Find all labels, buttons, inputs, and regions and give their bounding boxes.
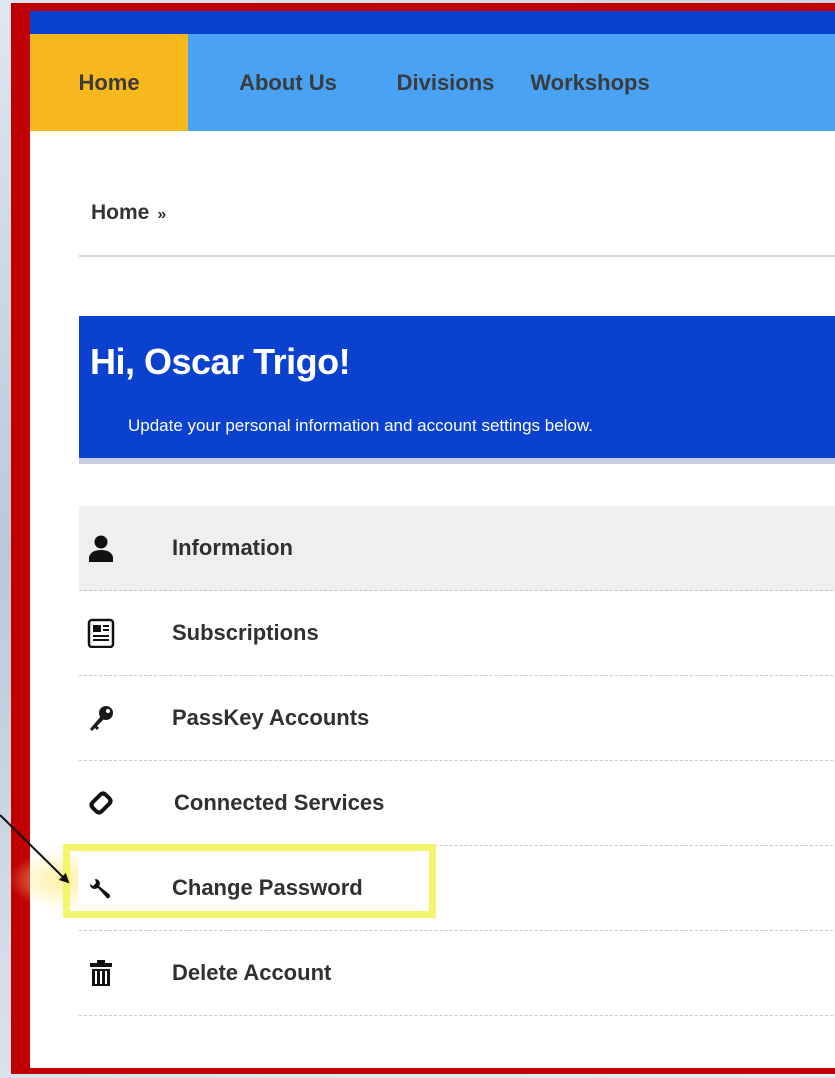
page-title: Hi, Oscar Trigo!: [90, 341, 351, 382]
page-subtitle: Update your personal information and acc…: [128, 416, 593, 435]
menu-item-label: Change Password: [172, 875, 363, 900]
browser-frame: Home About Us Divisions Workshops Home» …: [11, 3, 835, 1074]
menu-item-label: PassKey Accounts: [172, 705, 370, 730]
menu-item-change-password[interactable]: Change Password: [79, 846, 835, 931]
menu-item-information[interactable]: Information: [79, 506, 835, 591]
welcome-banner: Hi, Oscar Trigo! Update your personal in…: [79, 316, 835, 464]
menu-item-passkey-accounts[interactable]: PassKey Accounts: [79, 676, 835, 761]
trash-icon: [90, 960, 112, 986]
breadcrumb-divider: [79, 255, 835, 257]
newspaper-icon: [87, 618, 115, 648]
key-icon: [90, 706, 113, 731]
nav-home[interactable]: Home: [30, 34, 188, 131]
top-strip: [30, 11, 835, 34]
main-nav: Home About Us Divisions Workshops: [30, 34, 835, 131]
menu-item-label: Subscriptions: [172, 620, 319, 645]
nav-workshops[interactable]: Workshops: [503, 34, 677, 131]
menu-item-label: Delete Account: [172, 960, 332, 985]
link-icon: [89, 791, 113, 815]
menu-item-label: Connected Services: [174, 790, 385, 815]
menu-item-delete-account[interactable]: Delete Account: [79, 931, 835, 1016]
nav-about-us[interactable]: About Us: [188, 34, 388, 131]
account-menu: Information Subscriptions PassKey Accoun…: [79, 506, 835, 1016]
nav-divisions[interactable]: Divisions: [388, 34, 503, 131]
wrench-icon: [90, 879, 110, 899]
breadcrumb-home[interactable]: Home: [91, 201, 149, 224]
menu-item-label: Information: [172, 535, 293, 560]
breadcrumb: Home »: [91, 201, 166, 225]
breadcrumb-separator: »: [157, 206, 167, 223]
user-icon: [89, 535, 113, 562]
menu-item-connected-services[interactable]: Connected Services: [79, 761, 835, 846]
menu-item-subscriptions[interactable]: Subscriptions: [79, 591, 835, 676]
